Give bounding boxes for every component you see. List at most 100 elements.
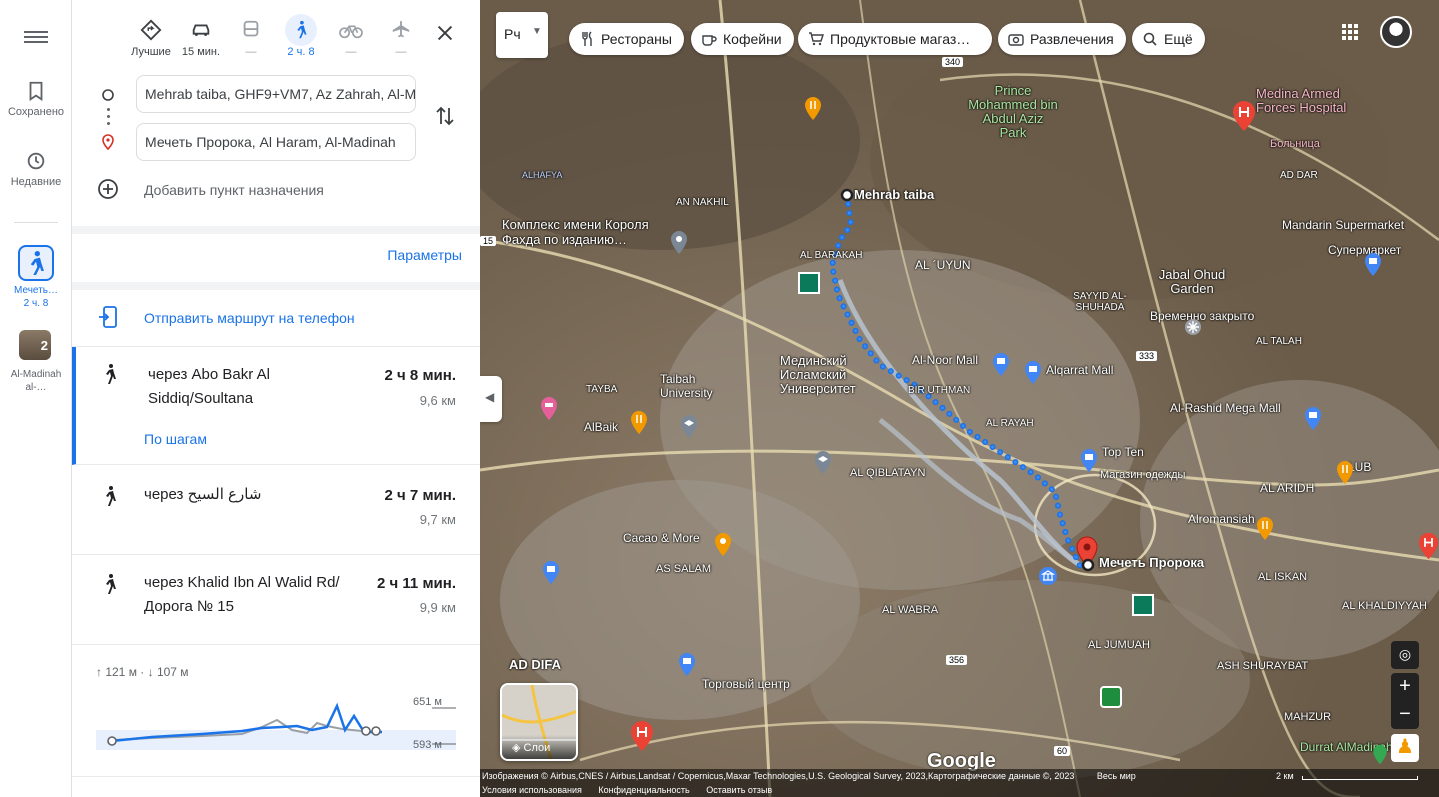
history-trip-thumb[interactable]: 2 <box>19 330 51 360</box>
chip-more[interactable]: Ещё <box>1132 23 1205 55</box>
map-label[interactable]: Alromansiah <box>1188 512 1255 526</box>
mode-transit-label: — <box>245 46 257 58</box>
chip-groceries[interactable]: Продуктовые магаз… <box>798 23 992 55</box>
bus-icon <box>243 20 259 37</box>
mode-best[interactable]: Лучшие <box>126 14 176 58</box>
map-label[interactable]: Taibah University <box>660 372 720 400</box>
map-label[interactable]: Top Ten <box>1102 445 1144 459</box>
restaurant-pin-icon[interactable] <box>630 410 648 436</box>
shopping-pin-icon[interactable] <box>1080 448 1098 474</box>
map-label[interactable]: Al-Noor Mall <box>912 353 978 367</box>
currency-selector[interactable]: Рч ▼ <box>496 12 548 58</box>
mode-bike[interactable]: — <box>326 14 376 58</box>
store-logo-icon[interactable] <box>1132 594 1154 616</box>
route-option-2[interactable]: через شارع السيح 2 ч 7 мин. 9,7 км <box>72 465 480 555</box>
park-icon[interactable] <box>1184 318 1202 336</box>
shopping-pin-icon[interactable] <box>1024 360 1042 386</box>
restaurant-pin-icon[interactable] <box>804 96 822 122</box>
avatar[interactable] <box>1380 16 1412 48</box>
params-link[interactable]: Параметры <box>387 247 462 263</box>
map-label[interactable]: Jabal Ohud Garden <box>1157 268 1227 296</box>
map-label[interactable]: Mandarin Supermarket <box>1282 218 1404 232</box>
privacy-link[interactable]: Конфиденциальность <box>598 785 689 795</box>
hospital-pin-icon[interactable] <box>630 720 654 752</box>
destination-input[interactable]: Мечеть Пророка, Al Haram, Al-Madinah <box>136 123 416 161</box>
elevation-max: 651 м <box>413 696 442 708</box>
active-trip-thumb[interactable] <box>18 245 54 281</box>
map-label[interactable]: Prince Mohammed bin Abdul Aziz Park <box>968 84 1058 140</box>
map-label: ALHAFYA <box>522 170 563 180</box>
restaurant-pin-icon[interactable] <box>1336 460 1354 486</box>
map-label: AS SALAM <box>656 563 712 575</box>
place-pin-icon[interactable] <box>670 230 688 256</box>
locate-me-button[interactable]: ◎ <box>1391 641 1419 669</box>
origin-input[interactable]: Mehrab taiba, GHF9+VM7, Az Zahrah, Al-M <box>136 75 416 113</box>
saved-button[interactable]: Сохранено <box>0 80 72 118</box>
send-to-phone-link[interactable]: Отправить маршрут на телефон <box>144 310 355 326</box>
collapse-panel-button[interactable]: ◀ <box>480 376 502 422</box>
close-icon[interactable] <box>434 22 456 44</box>
map-label[interactable]: Cacao & More <box>623 531 700 545</box>
chip-restaurants[interactable]: Рестораны <box>569 23 684 55</box>
map-label: Торговый центр <box>702 677 790 691</box>
shopping-pin-icon[interactable] <box>1364 252 1382 278</box>
terms-link[interactable]: Условия использования <box>482 785 582 795</box>
map-label[interactable]: Al-Rashid Mega Mall <box>1170 401 1281 415</box>
museum-icon[interactable] <box>1038 566 1058 586</box>
history-trip-badge: 2 <box>40 338 48 353</box>
map-label[interactable]: Medina Armed Forces Hospital <box>1256 87 1366 115</box>
hospital-pin-icon[interactable] <box>1418 530 1439 562</box>
add-destination[interactable]: Добавить пункт назначения <box>144 182 324 198</box>
chip-cafes[interactable]: Кофейни <box>691 23 794 55</box>
mosque-icon[interactable] <box>1100 686 1122 708</box>
swap-icon[interactable] <box>434 104 456 128</box>
shopping-pin-icon[interactable] <box>542 560 560 586</box>
feedback-link[interactable]: Оставить отзыв <box>706 785 772 795</box>
map-label: AN NAKHIL <box>676 197 729 208</box>
shopping-pin-icon[interactable] <box>678 652 696 678</box>
route-option-1[interactable]: через Abo Bakr Al Siddiq/Soultana 2 ч 8 … <box>72 347 480 465</box>
university-pin-icon[interactable] <box>680 414 698 440</box>
map-label[interactable]: Мединский Исламский Университет <box>780 354 870 396</box>
mode-flight[interactable]: — <box>376 14 426 58</box>
route-option-3[interactable]: через Khalid Ibn Al Walid Rd/ Дорога № 1… <box>72 555 480 645</box>
shopping-pin-icon[interactable] <box>992 352 1010 378</box>
map-label[interactable]: Комплекс имени Короля Фахда по изданию… <box>502 217 672 247</box>
map-label: AL KHALDIYYAH <box>1342 600 1427 612</box>
history-trip-label[interactable]: Al-Madinah al-… <box>0 368 72 394</box>
active-trip-label[interactable]: Мечеть… 2 ч. 8 <box>0 284 72 310</box>
park-pin-icon[interactable] <box>1372 744 1388 766</box>
recent-button[interactable]: Недавние <box>0 150 72 188</box>
layers-button[interactable]: ◈ Слои <box>500 683 578 761</box>
route-steps-link[interactable]: По шагам <box>144 431 207 447</box>
map-canvas[interactable]: Рч ▼ Рестораны Кофейни Продуктовые магаз… <box>480 0 1439 797</box>
route-duration: 2 ч 7 мин. <box>384 487 456 504</box>
divider <box>72 776 480 777</box>
menu-icon[interactable] <box>24 28 48 48</box>
mode-bike-label: — <box>345 46 357 58</box>
zoom-out-button[interactable]: − <box>1391 701 1419 729</box>
mode-car[interactable]: 15 мин. <box>176 14 226 58</box>
add-icon[interactable] <box>97 178 119 200</box>
zoom-in-button[interactable]: + <box>1391 673 1419 701</box>
map-label: AL BARAKAH <box>800 250 863 261</box>
store-logo-icon[interactable] <box>798 272 820 294</box>
cafe-pin-icon[interactable] <box>714 532 732 558</box>
map-label[interactable]: AlBaik <box>584 420 618 434</box>
chip-entertainment[interactable]: Развлечения <box>998 23 1126 55</box>
restaurant-pin-icon[interactable] <box>1256 516 1274 542</box>
hospital-pin-icon[interactable] <box>1232 100 1256 132</box>
mode-transit[interactable]: — <box>226 14 276 58</box>
scale-label[interactable]: 2 км <box>1276 769 1294 783</box>
hotel-pin-icon[interactable] <box>540 396 558 422</box>
pegman-button[interactable]: ♟ <box>1391 734 1419 762</box>
chevron-left-icon: ◀ <box>485 390 495 404</box>
mode-walk[interactable]: 2 ч. 8 <box>276 14 326 58</box>
route-title: через Abo Bakr Al Siddiq/Soultana <box>148 366 270 407</box>
world-link[interactable]: Весь мир <box>1097 771 1136 781</box>
apps-grid-icon[interactable] <box>1341 23 1359 41</box>
university-pin-icon[interactable] <box>814 450 832 476</box>
shopping-pin-icon[interactable] <box>1304 406 1322 432</box>
origin-marker[interactable] <box>840 188 854 202</box>
map-label[interactable]: Alqarrat Mall <box>1046 363 1113 377</box>
